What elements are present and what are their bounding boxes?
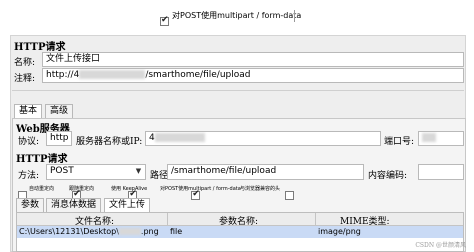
multipart-checkbox[interactable] xyxy=(191,189,201,200)
table-header-row: 文件名称: 参数名称: MIME类型: xyxy=(17,213,463,227)
chevron-down-icon: ▼ xyxy=(135,167,142,175)
divider xyxy=(12,90,464,91)
top-multipart-checkbox[interactable] xyxy=(160,15,169,26)
method-select[interactable]: POST ▼ xyxy=(46,164,146,180)
top-divider xyxy=(294,10,295,22)
param-name-cell[interactable]: file xyxy=(170,226,182,238)
panel-title: HTTP请求 xyxy=(14,42,66,53)
redirect-label: 自动重定向 xyxy=(29,186,55,192)
multipart-label: 对POST使用multipart / form-data xyxy=(160,186,241,192)
file-path-cell[interactable]: C:\Users\12131\Desktop\ .png xyxy=(19,226,159,238)
protocol-input[interactable]: http xyxy=(46,131,72,146)
comment-suffix: /smarthome/file/upload xyxy=(145,70,251,80)
follow-redirect-label: 跟随重定向 xyxy=(69,186,95,192)
column-divider xyxy=(315,213,316,226)
server-input[interactable]: 4 xyxy=(145,131,381,146)
comment-label: 注释: xyxy=(14,74,36,84)
protocol-label: 协议: xyxy=(18,137,40,147)
mime-type-cell[interactable]: image/png xyxy=(318,226,361,238)
name-input[interactable]: 文件上传接口 xyxy=(42,52,464,67)
tab-file-upload[interactable]: 文件上传 xyxy=(104,198,151,212)
options-row: 自动重定向 跟随重定向 使用 KeepAlive 对POST使用multipar… xyxy=(18,184,458,200)
tab-advanced[interactable]: 高级 xyxy=(45,104,74,118)
file-path-prefix: C:\Users\12131\Desktop\ xyxy=(19,227,119,236)
encoding-label: 内容编码: xyxy=(368,171,408,181)
tab-body-data[interactable]: 消息体数据 xyxy=(46,198,102,212)
watermark-text: CSDN @世颜清风 xyxy=(415,242,466,249)
method-value: POST xyxy=(50,166,74,176)
top-option-row: 对POST使用multipart / form-data xyxy=(150,7,302,26)
redacted-port xyxy=(422,133,436,142)
top-multipart-label: 对POST使用multipart / form-data xyxy=(172,11,302,20)
comment-prefix: http://4 xyxy=(46,70,80,80)
name-label: 名称: xyxy=(14,58,36,68)
file-path-suffix: .png xyxy=(140,227,159,236)
browser-headers-checkbox[interactable] xyxy=(285,191,295,200)
port-label: 端口号: xyxy=(384,137,415,147)
tab-parameters[interactable]: 参数 xyxy=(16,198,45,212)
http-section: HTTP请求 xyxy=(16,154,68,165)
encoding-input[interactable] xyxy=(418,164,464,180)
comment-input[interactable]: http://4/smarthome/file/upload xyxy=(42,68,464,83)
redacted-server xyxy=(154,133,205,142)
redacted-file xyxy=(118,228,141,235)
tab-basic[interactable]: 基本 xyxy=(14,104,43,118)
file-table: 文件名称: 参数名称: MIME类型: C:\Users\12131\Deskt… xyxy=(16,212,464,252)
keepalive-label: 使用 KeepAlive xyxy=(111,186,148,192)
browser-headers-label: 与浏览器兼容的头 xyxy=(240,186,281,192)
method-label: 方法: xyxy=(18,171,40,181)
redacted-host xyxy=(79,70,146,79)
port-input[interactable] xyxy=(418,131,464,146)
table-row[interactable]: C:\Users\12131\Desktop\ .png file image/p… xyxy=(17,226,463,238)
server-label: 服务器名称或IP: xyxy=(76,137,143,147)
column-divider xyxy=(167,213,168,226)
path-input[interactable]: /smarthome/file/upload xyxy=(167,164,364,180)
